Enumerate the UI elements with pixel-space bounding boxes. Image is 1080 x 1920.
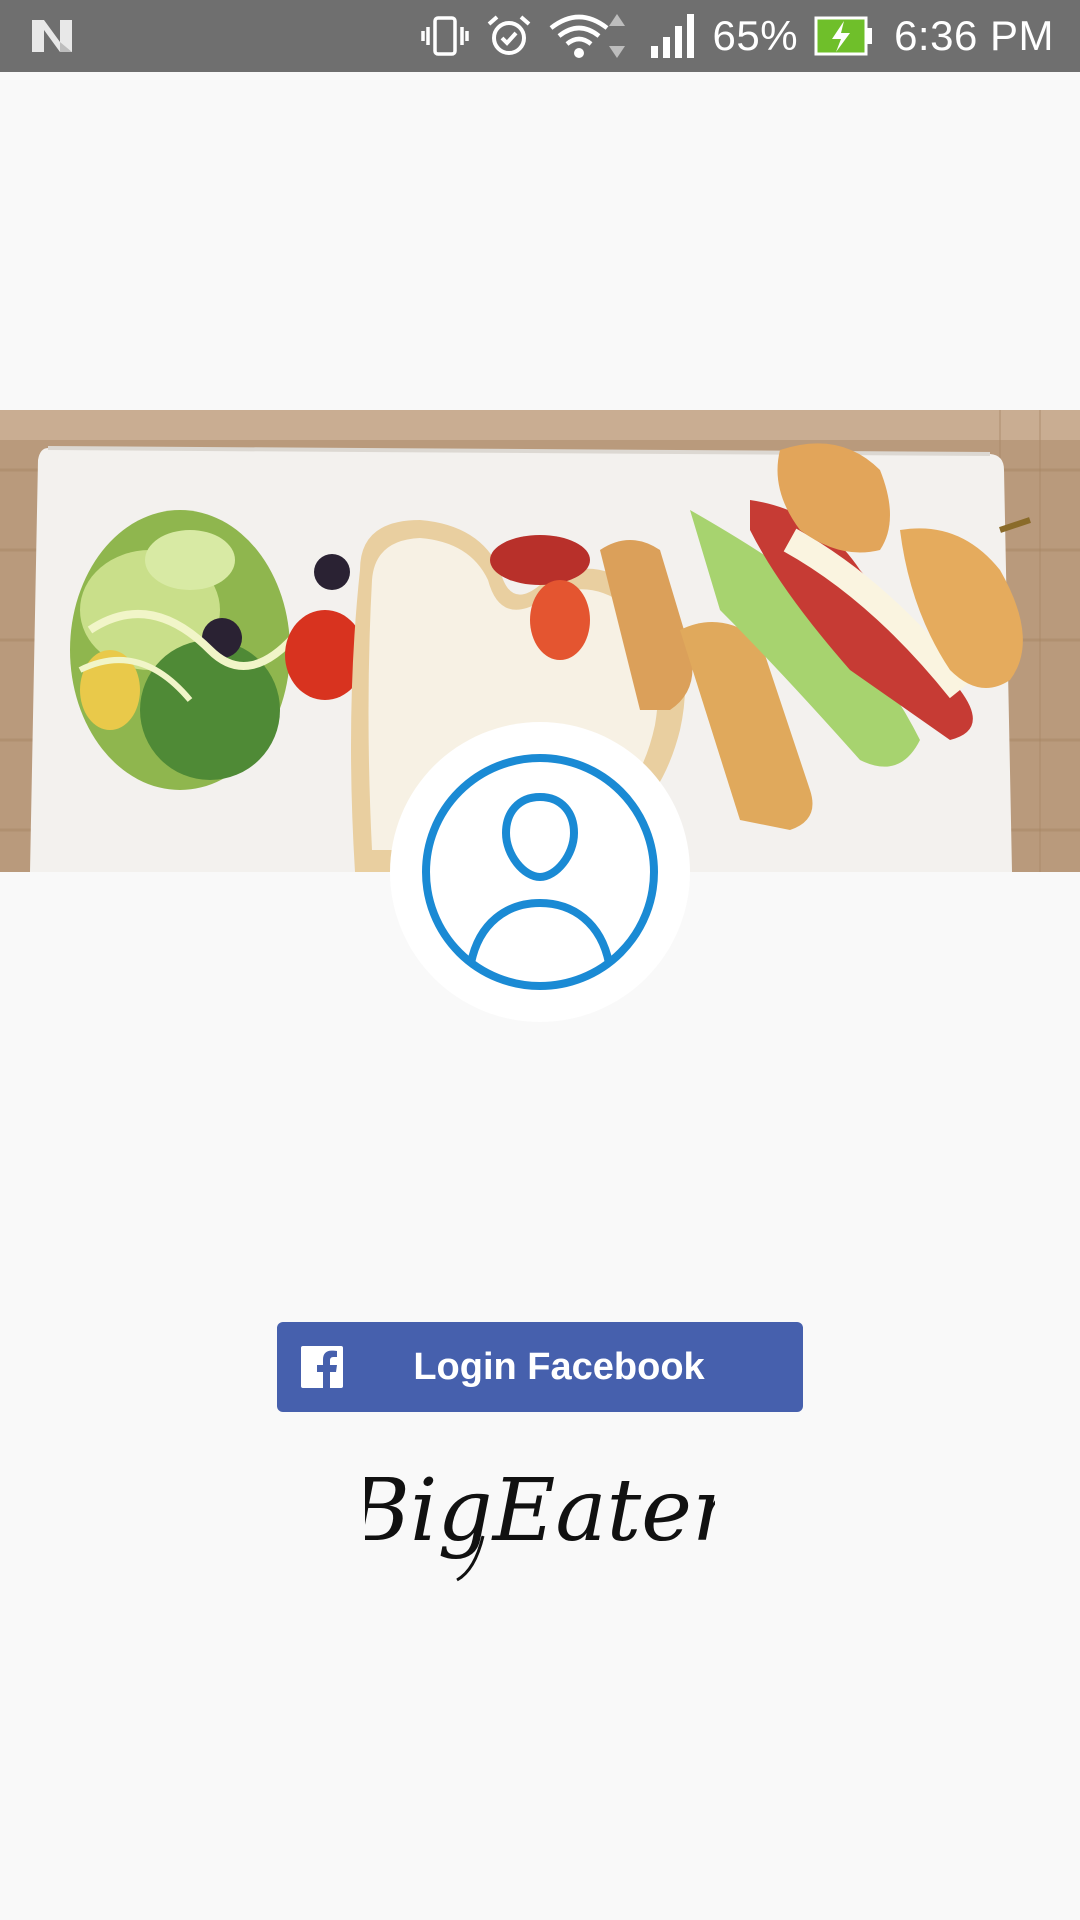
clock: 6:36 PM — [894, 12, 1054, 59]
battery-percent: 65% — [712, 12, 799, 59]
n-logo-icon — [32, 20, 72, 52]
battery-charging-icon — [814, 16, 873, 56]
brand-name: BigEater — [365, 1461, 715, 1561]
avatar[interactable] — [390, 722, 690, 1022]
status-bar: 65% 6:36 PM — [0, 0, 1080, 72]
alarm-icon — [487, 15, 530, 55]
brand-logo: BigEater — [365, 1461, 715, 1582]
login-facebook-label: Login Facebook — [413, 1345, 705, 1388]
login-facebook-button[interactable]: Login Facebook — [277, 1322, 803, 1412]
user-icon — [422, 754, 658, 990]
vibrate-icon — [420, 16, 469, 56]
signal-icon — [650, 14, 694, 58]
login-screen: 65% 6:36 PM Login Facebook BigEater — [0, 0, 1080, 1920]
wifi-icon — [549, 14, 625, 58]
